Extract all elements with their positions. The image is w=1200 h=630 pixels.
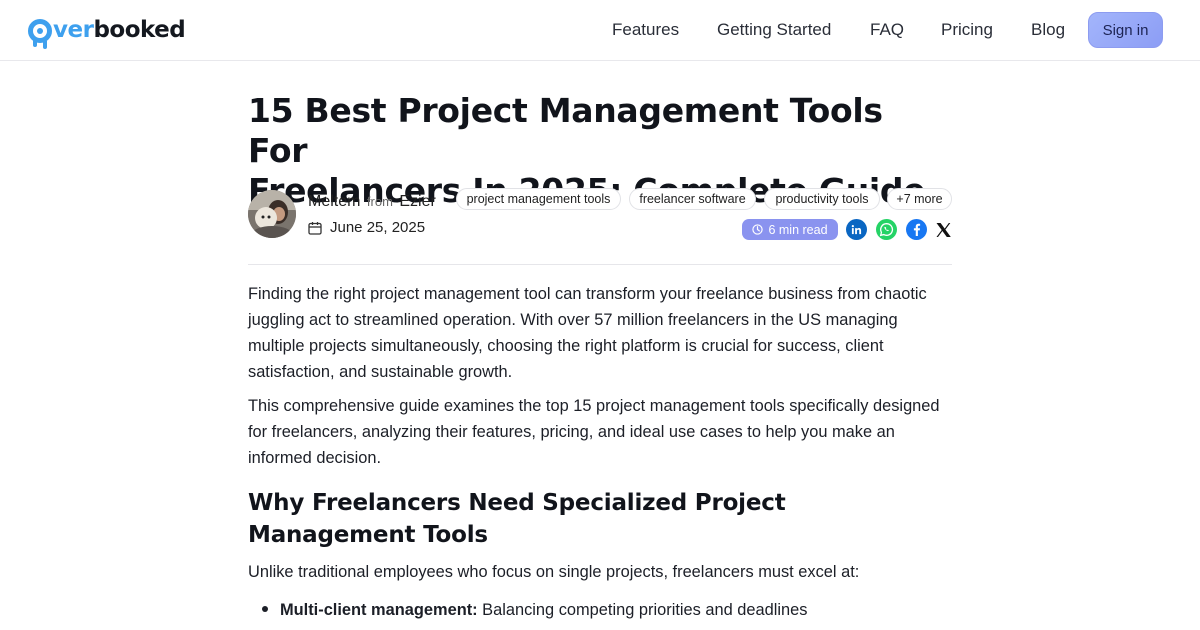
section-heading: Why Freelancers Need Specialized Project…	[248, 490, 786, 548]
date-text: June 25, 2025	[330, 219, 426, 236]
list-item: Multi-client management: Balancing compe…	[262, 597, 952, 623]
author-from: from	[366, 194, 393, 209]
author-org[interactable]: Ezier	[399, 193, 435, 210]
intro-paragraph-2: This comprehensive guide examines the to…	[248, 397, 940, 467]
sign-in-button[interactable]: Sign in	[1088, 12, 1163, 48]
list-item-text: Balancing competing priorities and deadl…	[477, 601, 808, 619]
meta-divider	[248, 264, 952, 265]
read-time-badge: 6 min read	[742, 219, 838, 240]
share-linkedin-button[interactable]	[846, 219, 867, 240]
tag-freelancer-software[interactable]: freelancer software	[629, 188, 756, 210]
logo-suffix: booked	[93, 16, 186, 43]
nav-pricing[interactable]: Pricing	[941, 20, 993, 40]
section-intro: Unlike traditional employees who focus o…	[248, 563, 860, 581]
nav-faq[interactable]: FAQ	[870, 20, 904, 40]
author-name[interactable]: Meltem	[308, 193, 360, 210]
logo-prefix: ver	[53, 16, 94, 43]
publish-date: June 25, 2025	[308, 219, 425, 236]
share-facebook-button[interactable]	[906, 219, 927, 240]
bullet-icon	[262, 606, 268, 612]
nav-getting-started[interactable]: Getting Started	[717, 20, 831, 40]
tag-productivity-tools[interactable]: productivity tools	[764, 188, 880, 210]
site-header: verbooked Features Getting Started FAQ P…	[0, 0, 1200, 61]
whatsapp-icon	[879, 223, 894, 237]
calendar-icon	[308, 221, 322, 235]
nav-blog[interactable]: Blog	[1031, 20, 1065, 40]
tag-more[interactable]: +7 more	[887, 188, 952, 210]
intro-paragraph-1: Finding the right project management too…	[248, 285, 927, 381]
author-avatar[interactable]	[248, 190, 296, 238]
author-line: Meltem from Ezier	[308, 193, 436, 211]
overbooked-logo[interactable]: verbooked	[28, 13, 186, 49]
tag-project-management-tools[interactable]: project management tools	[456, 188, 621, 210]
logo-eye-icon	[28, 19, 52, 43]
feature-list: Multi-client management: Balancing compe…	[262, 597, 952, 623]
avatar-photo-icon	[248, 190, 296, 238]
facebook-icon	[913, 223, 921, 236]
list-item-bold: Multi-client management:	[280, 601, 478, 619]
title-line-1: 15 Best Project Management Tools For	[248, 91, 883, 170]
linkedin-icon	[851, 225, 862, 235]
share-x-button[interactable]	[933, 219, 954, 240]
clock-icon	[752, 224, 764, 235]
share-whatsapp-button[interactable]	[876, 219, 897, 240]
x-icon	[936, 222, 951, 237]
read-time-text: 6 min read	[768, 222, 828, 237]
nav-features[interactable]: Features	[612, 20, 679, 40]
